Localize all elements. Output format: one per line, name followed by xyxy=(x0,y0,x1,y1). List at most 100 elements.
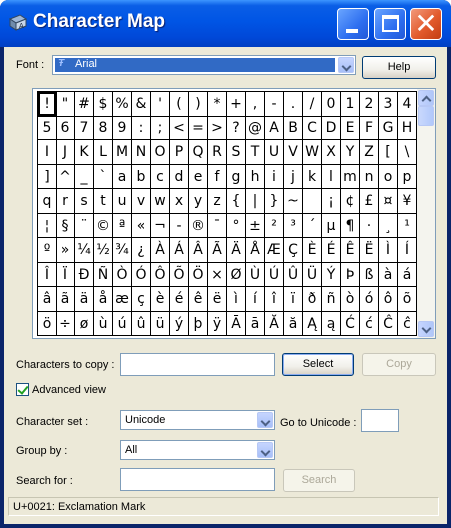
character-cell[interactable]: ¹ xyxy=(398,213,417,238)
character-cell[interactable]: ! xyxy=(37,91,57,117)
character-cell[interactable]: K xyxy=(75,140,94,165)
character-cell[interactable]: Ü xyxy=(303,262,322,287)
character-cell[interactable]: > xyxy=(208,115,227,140)
character-cell[interactable]: Z xyxy=(360,140,379,165)
character-cell[interactable]: ¢ xyxy=(341,189,360,214)
character-cell[interactable]: Y xyxy=(341,140,360,165)
character-cell[interactable]: v xyxy=(132,189,151,214)
character-cell[interactable]: « xyxy=(132,213,151,238)
character-cell[interactable]: á xyxy=(398,262,417,287)
minimize-button[interactable] xyxy=(337,8,369,40)
character-cell[interactable]: è xyxy=(151,287,170,312)
character-cell[interactable]: w xyxy=(151,189,170,214)
character-cell[interactable]: ï xyxy=(284,287,303,312)
character-cell[interactable]: r xyxy=(56,189,75,214)
character-cell[interactable]: h xyxy=(246,164,265,189)
character-cell[interactable]: Þ xyxy=(341,262,360,287)
chevron-down-icon[interactable] xyxy=(257,412,273,428)
character-cell[interactable]: M xyxy=(113,140,132,165)
character-cell[interactable]: - xyxy=(265,91,284,117)
character-cell[interactable]: û xyxy=(132,311,151,336)
character-cell[interactable]: ç xyxy=(132,287,151,312)
character-cell[interactable]: 6 xyxy=(56,115,75,140)
character-cell[interactable]: Ā xyxy=(227,311,246,336)
character-cell[interactable]: ^ xyxy=(56,164,75,189)
character-cell[interactable]: * xyxy=(208,91,227,117)
character-cell[interactable]: Q xyxy=(189,140,208,165)
character-cell[interactable]: H xyxy=(398,115,417,140)
character-cell[interactable]: » xyxy=(56,238,75,263)
character-cell[interactable]: p xyxy=(398,164,417,189)
character-cell[interactable]: ¿ xyxy=(132,238,151,263)
character-cell[interactable]: N xyxy=(132,140,151,165)
character-cell[interactable]: Ù xyxy=(246,262,265,287)
character-cell[interactable]: õ xyxy=(398,287,417,312)
character-cell[interactable]: Ú xyxy=(265,262,284,287)
character-cell[interactable]: § xyxy=(56,213,75,238)
character-cell[interactable]: Ă xyxy=(265,311,284,336)
character-cell[interactable]: ú xyxy=(113,311,132,336)
character-cell[interactable]: ö xyxy=(37,311,57,336)
character-cell[interactable]: ć xyxy=(360,311,379,336)
character-cell[interactable]: U xyxy=(265,140,284,165)
character-cell[interactable]: D xyxy=(322,115,341,140)
character-cell[interactable]: ë xyxy=(208,287,227,312)
character-cell[interactable]: ~ xyxy=(284,189,303,214)
character-cell[interactable]: ÿ xyxy=(208,311,227,336)
character-cell[interactable]: G xyxy=(379,115,398,140)
character-set-dropdown[interactable]: Unicode xyxy=(120,410,275,430)
character-cell[interactable]: æ xyxy=(113,287,132,312)
character-cell[interactable]: ] xyxy=(37,164,57,189)
character-cell[interactable]: í xyxy=(246,287,265,312)
character-cell[interactable]: B xyxy=(284,115,303,140)
character-cell[interactable]: t xyxy=(94,189,113,214)
character-cell[interactable]: 1 xyxy=(341,91,360,117)
character-cell[interactable]: ± xyxy=(246,213,265,238)
character-cell[interactable]: ù xyxy=(94,311,113,336)
help-button[interactable]: Help xyxy=(362,56,436,79)
character-cell[interactable]: ý xyxy=(170,311,189,336)
character-cell[interactable]: Ñ xyxy=(94,262,113,287)
character-cell[interactable]: 4 xyxy=(398,91,417,117)
character-cell[interactable]: ă xyxy=(284,311,303,336)
character-cell[interactable]: e xyxy=(189,164,208,189)
character-cell[interactable] xyxy=(303,189,322,214)
character-cell[interactable]: ô xyxy=(379,287,398,312)
character-cell[interactable]: u xyxy=(113,189,132,214)
go-to-unicode-input[interactable] xyxy=(361,409,399,432)
character-cell[interactable]: } xyxy=(265,189,284,214)
character-cell[interactable]: Ç xyxy=(284,238,303,263)
character-cell[interactable]: º xyxy=(37,238,57,263)
character-cell[interactable]: J xyxy=(56,140,75,165)
character-cell[interactable]: ( xyxy=(170,91,189,117)
character-cell[interactable]: Å xyxy=(246,238,265,263)
character-cell[interactable]: S xyxy=(227,140,246,165)
character-cell[interactable]: . xyxy=(284,91,303,117)
character-cell[interactable]: Ö xyxy=(189,262,208,287)
character-cell[interactable]: [ xyxy=(379,140,398,165)
character-cell[interactable]: ) xyxy=(189,91,208,117)
character-cell[interactable]: þ xyxy=(189,311,208,336)
character-cell[interactable]: ¥ xyxy=(398,189,417,214)
character-cell[interactable]: O xyxy=(151,140,170,165)
character-cell[interactable]: ¼ xyxy=(75,238,94,263)
character-cell[interactable]: ¾ xyxy=(113,238,132,263)
character-cell[interactable]: Ë xyxy=(360,238,379,263)
character-cell[interactable]: ü xyxy=(151,311,170,336)
character-cell[interactable]: ð xyxy=(303,287,322,312)
character-cell[interactable]: ² xyxy=(265,213,284,238)
character-cell[interactable]: ÷ xyxy=(56,311,75,336)
grid-scrollbar[interactable] xyxy=(417,89,435,338)
character-cell[interactable]: - xyxy=(170,213,189,238)
group-by-dropdown[interactable]: All xyxy=(120,440,275,460)
character-cell[interactable]: # xyxy=(75,91,94,117)
character-cell[interactable]: × xyxy=(208,262,227,287)
scroll-thumb[interactable] xyxy=(418,106,434,126)
character-cell[interactable]: ? xyxy=(227,115,246,140)
character-cell[interactable]: ¤ xyxy=(379,189,398,214)
character-cell[interactable]: Ò xyxy=(113,262,132,287)
chevron-down-icon[interactable] xyxy=(257,442,273,458)
character-cell[interactable]: Ô xyxy=(151,262,170,287)
character-cell[interactable]: ĉ xyxy=(398,311,417,336)
character-cell[interactable]: ä xyxy=(75,287,94,312)
